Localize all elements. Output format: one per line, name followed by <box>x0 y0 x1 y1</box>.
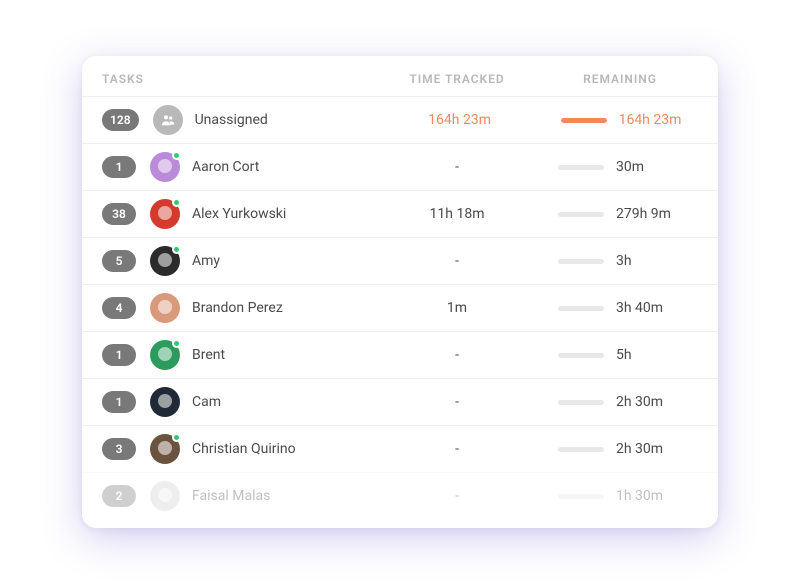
assignee-name: Christian Quirino <box>192 441 372 457</box>
task-count-badge: 2 <box>102 485 136 507</box>
remaining-cell: 2h 30m <box>542 394 698 410</box>
remaining-value: 30m <box>616 159 644 175</box>
progress-bar <box>558 212 604 217</box>
task-count-badge: 38 <box>102 203 136 225</box>
avatar[interactable] <box>150 246 180 276</box>
table-row[interactable]: 3 Christian Quirino- 2h 30m <box>82 425 718 472</box>
time-tracked-value: 164h 23m <box>375 112 545 128</box>
assignee-name: Amy <box>192 253 372 269</box>
presence-indicator <box>172 339 181 348</box>
task-count-badge: 3 <box>102 438 136 460</box>
time-tracked-value: - <box>372 253 542 269</box>
progress-bar <box>558 494 604 499</box>
table-row[interactable]: 1 Cam- 2h 30m <box>82 378 718 425</box>
avatar[interactable] <box>150 481 180 511</box>
assignee-name: Alex Yurkowski <box>192 206 372 222</box>
table-row[interactable]: 5 Amy- 3h <box>82 237 718 284</box>
header-remaining: REMAINING <box>542 72 698 86</box>
table-row[interactable]: 2 Faisal Malas- 1h 30m <box>82 472 718 519</box>
table-row[interactable]: 128Unassigned164h 23m164h 23m <box>82 96 718 143</box>
workload-card: TASKS TIME TRACKED REMAINING 128 Unassign… <box>82 56 718 528</box>
table-row[interactable]: 1 Brent- 5h <box>82 331 718 378</box>
assignee-name: Unassigned <box>195 112 375 128</box>
avatar[interactable] <box>150 152 180 182</box>
header-tasks: TASKS <box>102 72 372 86</box>
avatar[interactable] <box>150 293 180 323</box>
avatar[interactable] <box>150 340 180 370</box>
task-count-badge: 5 <box>102 250 136 272</box>
remaining-cell: 3h <box>542 253 698 269</box>
remaining-cell: 30m <box>542 159 698 175</box>
time-tracked-value: - <box>372 488 542 504</box>
assignee-name: Aaron Cort <box>192 159 372 175</box>
task-count-badge: 1 <box>102 391 136 413</box>
remaining-cell: 3h 40m <box>542 300 698 316</box>
presence-indicator <box>172 245 181 254</box>
remaining-value: 3h <box>616 253 632 269</box>
avatar[interactable] <box>150 199 180 229</box>
remaining-cell: 164h 23m <box>545 112 698 128</box>
progress-bar <box>561 118 607 123</box>
time-tracked-value: - <box>372 159 542 175</box>
remaining-value: 164h 23m <box>619 112 682 128</box>
presence-indicator <box>172 433 181 442</box>
remaining-cell: 1h 30m <box>542 488 698 504</box>
remaining-cell: 2h 30m <box>542 441 698 457</box>
progress-bar <box>558 447 604 452</box>
presence-indicator <box>172 151 181 160</box>
avatar[interactable] <box>153 105 183 135</box>
progress-bar <box>558 259 604 264</box>
assignee-name: Cam <box>192 394 372 410</box>
time-tracked-value: 1m <box>372 300 542 316</box>
table-row[interactable]: 4 Brandon Perez1m 3h 40m <box>82 284 718 331</box>
progress-bar <box>558 165 604 170</box>
table-body: 128Unassigned164h 23m164h 23m1Aaron Cort… <box>82 96 718 519</box>
assignee-name: Brandon Perez <box>192 300 372 316</box>
remaining-cell: 279h 9m <box>542 206 698 222</box>
table-row[interactable]: 1 Aaron Cort- 30m <box>82 143 718 190</box>
remaining-value: 279h 9m <box>616 206 671 222</box>
assignee-name: Brent <box>192 347 372 363</box>
avatar[interactable] <box>150 387 180 417</box>
task-count-badge: 128 <box>102 109 139 131</box>
group-icon <box>160 112 176 128</box>
progress-bar <box>558 353 604 358</box>
remaining-value: 3h 40m <box>616 300 663 316</box>
avatar[interactable] <box>150 434 180 464</box>
task-count-badge: 1 <box>102 344 136 366</box>
remaining-value: 2h 30m <box>616 441 663 457</box>
assignee-name: Faisal Malas <box>192 488 372 504</box>
progress-bar <box>558 306 604 311</box>
header-time-tracked: TIME TRACKED <box>372 72 542 86</box>
table-row[interactable]: 38 Alex Yurkowski11h 18m 279h 9m <box>82 190 718 237</box>
time-tracked-value: - <box>372 347 542 363</box>
time-tracked-value: - <box>372 441 542 457</box>
remaining-value: 5h <box>616 347 632 363</box>
remaining-value: 1h 30m <box>616 488 663 504</box>
presence-indicator <box>172 198 181 207</box>
remaining-value: 2h 30m <box>616 394 663 410</box>
time-tracked-value: 11h 18m <box>372 206 542 222</box>
task-count-badge: 4 <box>102 297 136 319</box>
progress-bar <box>558 400 604 405</box>
table-header: TASKS TIME TRACKED REMAINING <box>82 56 718 96</box>
task-count-badge: 1 <box>102 156 136 178</box>
time-tracked-value: - <box>372 394 542 410</box>
remaining-cell: 5h <box>542 347 698 363</box>
